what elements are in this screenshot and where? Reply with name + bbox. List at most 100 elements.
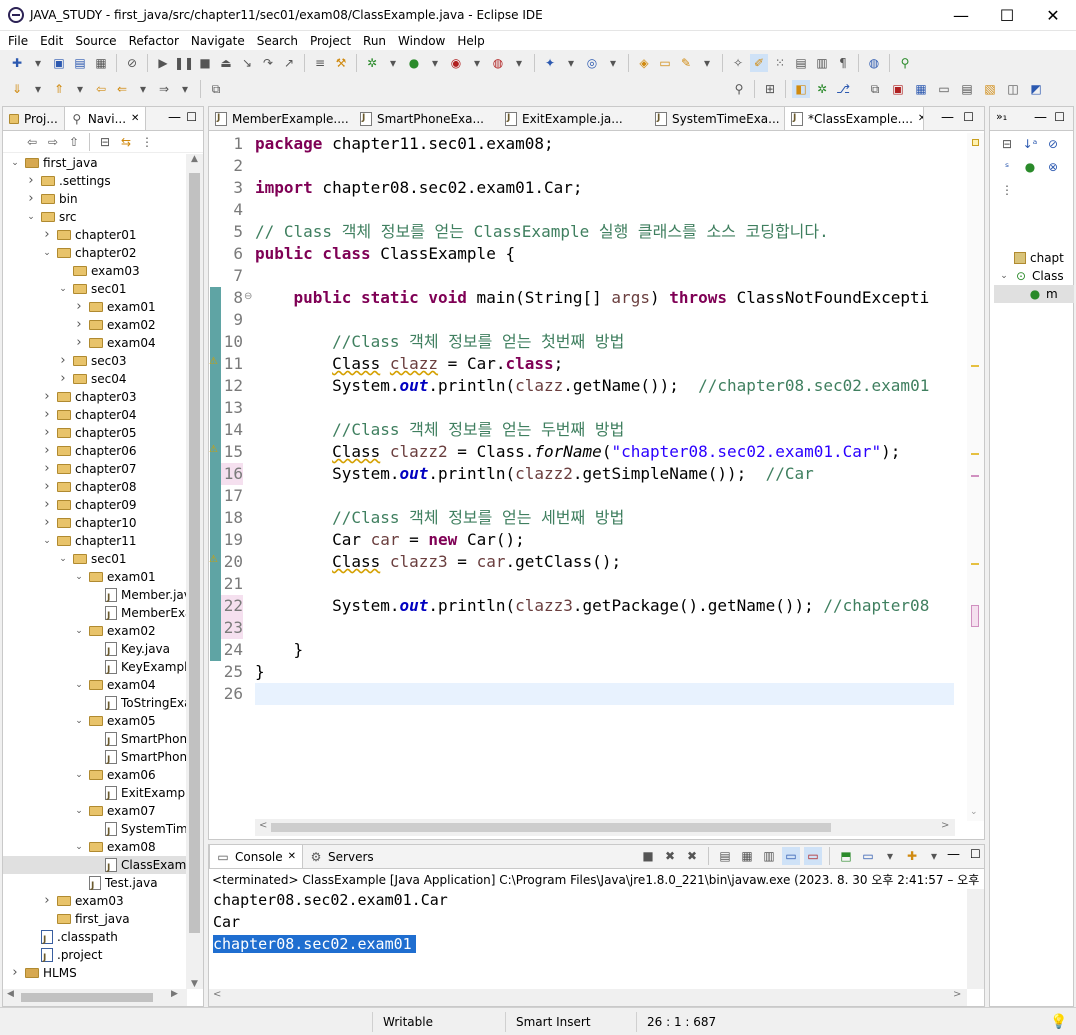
dropdown-icon[interactable]: ▾ [134, 80, 152, 98]
collapse-all-icon[interactable]: ⊟ [96, 133, 114, 151]
tree-item[interactable]: › bin [3, 190, 187, 208]
tree-item[interactable]: › exam01 [3, 298, 187, 316]
view-menu-icon[interactable]: ⋮ [998, 181, 1016, 199]
chevron-right-icon[interactable]: › [41, 478, 53, 496]
tree-item[interactable]: ExitExampl [3, 784, 187, 805]
scroll-right-icon[interactable]: > [953, 989, 961, 1000]
tab-member-example[interactable]: MemberExample.... [209, 107, 354, 130]
tree-item[interactable]: MemberExa [3, 604, 187, 625]
open-console-icon[interactable]: ✚ [903, 847, 921, 865]
chevron-right-icon[interactable]: › [41, 514, 53, 532]
plugin-icon[interactable]: ⚲ [896, 54, 914, 72]
scroll-left-icon[interactable]: ◀ [7, 989, 14, 999]
history-icon[interactable]: ◩ [1027, 80, 1045, 98]
tab-console[interactable]: ▭ Console ✕ [209, 844, 304, 868]
git-icon[interactable]: ◫ [1004, 80, 1022, 98]
tree-item[interactable]: .classpath [3, 928, 187, 949]
display-console-icon[interactable]: ▭ [859, 847, 877, 865]
tree-item[interactable]: ⌄ sec01 [3, 280, 187, 298]
tree-item[interactable]: ⌄ exam04 [3, 676, 187, 694]
new-java-project-icon[interactable]: ✦ [541, 54, 559, 72]
save-all-icon[interactable]: ▤ [71, 54, 89, 72]
tree-item[interactable]: › chapter04 [3, 406, 187, 424]
view-menu-icon[interactable]: ⋮ [138, 133, 156, 151]
code-area[interactable]: package chapter11.sec01.exam08; import c… [255, 133, 954, 817]
tree-item[interactable]: ⌄ exam02 [3, 622, 187, 640]
tree-scroll-thumb[interactable] [189, 173, 200, 933]
dropdown-icon[interactable]: ▾ [881, 847, 899, 865]
tab-exit-example[interactable]: ExitExample.ja... [499, 107, 649, 130]
remove-all-icon[interactable]: ✖ [683, 847, 701, 865]
dropdown-icon[interactable]: ▾ [468, 54, 486, 72]
chevron-down-icon[interactable]: ⌄ [73, 622, 85, 640]
menu-file[interactable]: File [2, 34, 34, 48]
hide-fields-icon[interactable]: ⊘ [1044, 135, 1062, 153]
tree-item[interactable]: Test.java [3, 874, 187, 895]
scroll-right-icon[interactable]: > [941, 820, 949, 831]
tree-item[interactable]: SmartPhon [3, 730, 187, 751]
tree-item[interactable]: ⌄ src [3, 208, 187, 226]
pin-icon[interactable]: ⚒ [332, 54, 350, 72]
tree-item[interactable]: SystemTim [3, 820, 187, 841]
tree-item[interactable]: .project [3, 946, 187, 967]
last-edit-icon[interactable]: ⇦ [92, 80, 110, 98]
tree-item[interactable]: ToStringExa [3, 694, 187, 715]
dropdown-icon[interactable]: ▾ [71, 80, 89, 98]
dropdown-icon[interactable]: ▾ [176, 80, 194, 98]
chevron-down-icon[interactable]: ⌄ [73, 802, 85, 820]
tree-item[interactable]: Key.java [3, 640, 187, 661]
chevron-down-icon[interactable]: ⌄ [73, 568, 85, 586]
previous-annotation-icon[interactable]: ⇑ [50, 80, 68, 98]
tree-item[interactable]: › chapter08 [3, 478, 187, 496]
dropdown-icon[interactable]: ▾ [29, 80, 47, 98]
tree-item[interactable]: Member.java [3, 586, 187, 607]
tree-item[interactable]: ⌄ chapter11 [3, 532, 187, 550]
pin-editor-icon[interactable]: ⧉ [207, 80, 225, 98]
tree-item[interactable]: › chapter06 [3, 442, 187, 460]
link-editor-icon[interactable]: ⇆ [117, 133, 135, 151]
show-stderr-icon[interactable]: ▭ [804, 847, 822, 865]
chevron-down-icon[interactable]: ⌄ [970, 807, 978, 817]
scroll-lock-icon[interactable]: ▦ [738, 847, 756, 865]
skip-breakpoints-icon[interactable]: ⊘ [123, 54, 141, 72]
pin-console-icon[interactable]: ⬒ [837, 847, 855, 865]
tree-item[interactable]: ⌄ sec01 [3, 550, 187, 568]
tree-item[interactable]: › chapter10 [3, 514, 187, 532]
console-icon[interactable]: ▭ [935, 80, 953, 98]
annotation-icon[interactable]: ✧ [729, 54, 747, 72]
disconnect-icon[interactable]: ⏏ [217, 54, 235, 72]
terminate-icon[interactable]: ■ [639, 847, 657, 865]
forward-icon[interactable]: ⇨ [44, 133, 62, 151]
globe-icon[interactable]: ◍ [865, 54, 883, 72]
coverage-icon[interactable]: ◉ [447, 54, 465, 72]
chevron-right-icon[interactable]: › [9, 964, 21, 982]
chevron-right-icon[interactable]: › [73, 298, 85, 316]
chevron-down-icon[interactable]: ⌄ [73, 712, 85, 730]
outline-item[interactable]: ⌄ ⊙ Class [994, 267, 1074, 285]
progress-icon[interactable]: ▧ [981, 80, 999, 98]
chevron-right-icon[interactable]: › [57, 352, 69, 370]
tab-project-explorer[interactable]: Proj... [3, 107, 64, 130]
open-perspective-icon[interactable]: ⊞ [761, 80, 779, 98]
chevron-down-icon[interactable]: ⌄ [73, 838, 85, 856]
dropdown-icon[interactable]: ▾ [698, 54, 716, 72]
close-icon[interactable]: ✕ [131, 113, 139, 124]
tab-navigator[interactable]: ⚲ Navi... ✕ [63, 106, 147, 130]
minimize-view-icon[interactable]: — [947, 847, 960, 865]
scroll-up-icon[interactable]: ▲ [186, 154, 203, 164]
open-type-icon[interactable]: ◈ [635, 54, 653, 72]
tab-class-example[interactable]: *ClassExample.... ✕ [784, 106, 924, 130]
scroll-right-icon[interactable]: ▶ [171, 989, 178, 999]
step-return-icon[interactable]: ↗ [280, 54, 298, 72]
problems-icon[interactable]: ▤ [958, 80, 976, 98]
highlight-icon[interactable]: ✐ [750, 54, 768, 72]
sort-icon[interactable]: ↓ᵃ [1021, 135, 1039, 153]
menu-edit[interactable]: Edit [34, 34, 69, 48]
close-icon[interactable]: ✕ [918, 113, 923, 124]
chevron-down-icon[interactable]: ⌄ [9, 154, 21, 172]
chevron-right-icon[interactable]: › [57, 370, 69, 388]
maximize-view-icon[interactable]: ☐ [970, 847, 981, 865]
scroll-left-icon[interactable]: < [213, 989, 221, 1000]
java-perspective-icon[interactable]: ◧ [792, 80, 810, 98]
maximize-view-icon[interactable]: ☐ [186, 110, 197, 124]
